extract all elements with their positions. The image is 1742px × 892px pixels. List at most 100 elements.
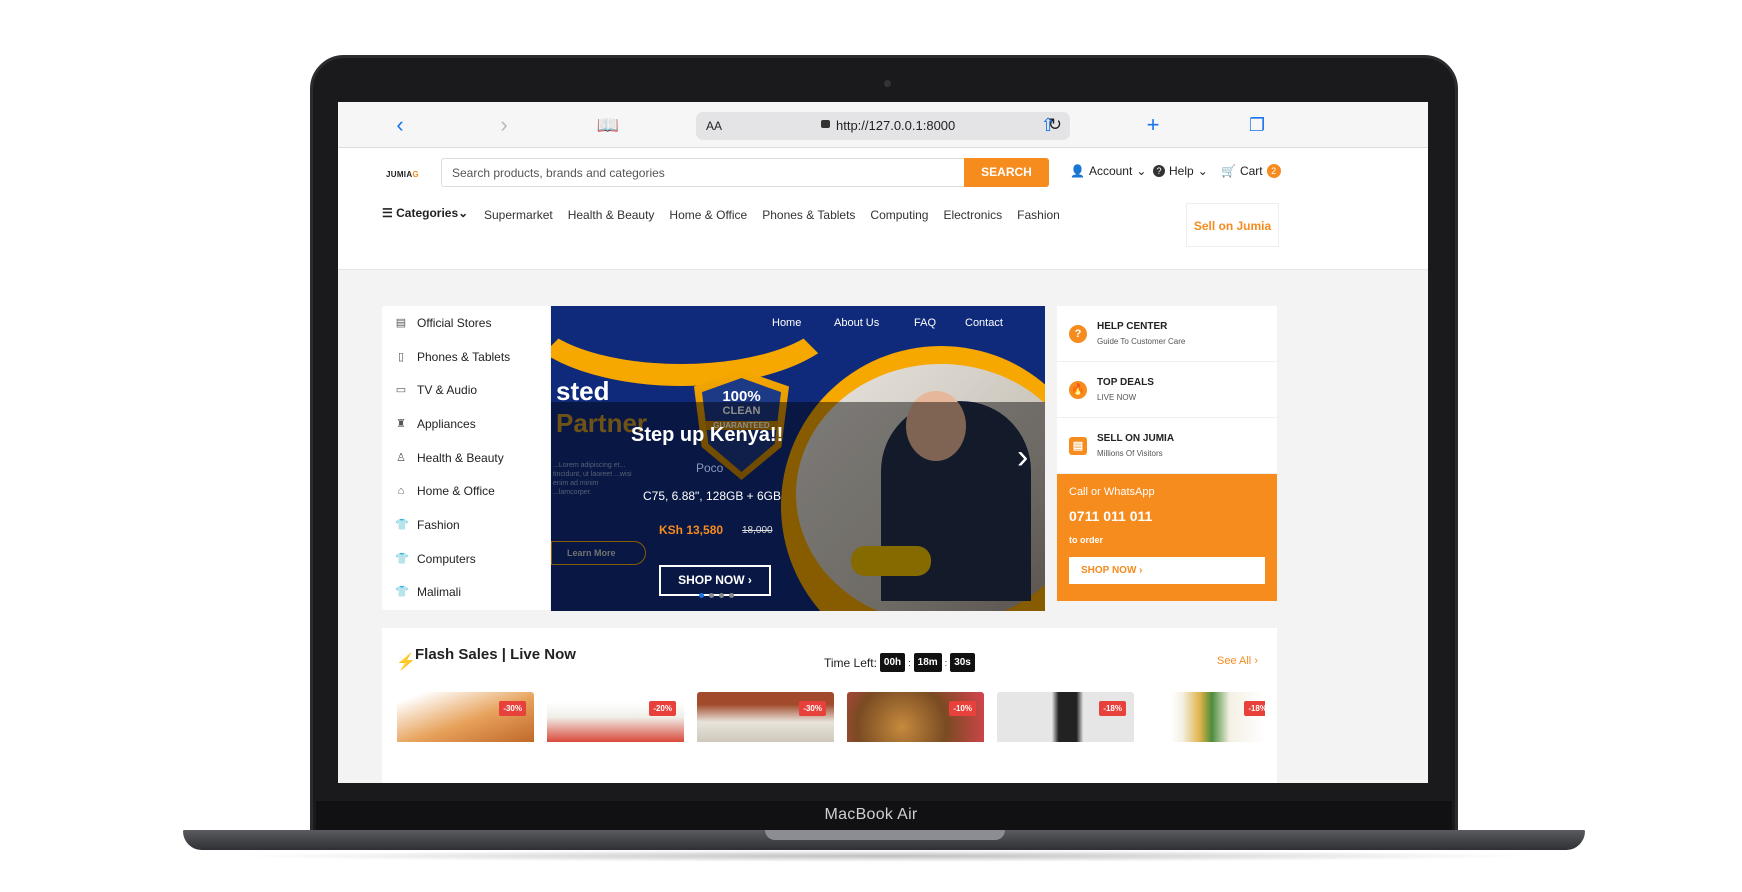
- sidebar-item-label: Phones & Tablets: [417, 349, 511, 364]
- new-tab-icon[interactable]: +: [1140, 112, 1166, 138]
- cart-button[interactable]: 🛒 Cart 2: [1221, 164, 1281, 178]
- hero-shop-now-label: SHOP NOW: [678, 573, 745, 587]
- hero-shop-now-button[interactable]: SHOP NOW ›: [659, 565, 771, 596]
- store-icon: ▤: [1069, 436, 1087, 455]
- screen: ‹ › 📖 AA http://127.0.0.1:8000 ↻ ⇧ + ❐ J…: [338, 102, 1428, 783]
- sidebar-item-label: TV & Audio: [417, 383, 478, 398]
- search-button[interactable]: SEARCH: [964, 158, 1049, 187]
- call-title: Call or WhatsApp: [1069, 486, 1155, 498]
- categories-button[interactable]: ☰ Categories⌄: [382, 206, 468, 220]
- product-card[interactable]: -30%: [697, 692, 834, 742]
- reader-aa-button[interactable]: AA: [706, 119, 722, 133]
- url-text[interactable]: http://127.0.0.1:8000: [836, 118, 955, 133]
- menu-item-computing[interactable]: Computing: [870, 208, 928, 222]
- hero-nav-home[interactable]: Home: [772, 317, 801, 329]
- search-input[interactable]: Search products, brands and categories: [441, 158, 974, 187]
- sidebar-item-computers[interactable]: 👕 Computers: [382, 542, 550, 576]
- hero-old-price: 18,000: [742, 525, 773, 536]
- carousel-dots: [699, 593, 734, 598]
- sidebar-item-tv-audio[interactable]: ▭ TV & Audio: [382, 373, 550, 407]
- hero-price: KSh 13,580: [659, 523, 724, 537]
- discount-badge: -18%: [1099, 701, 1126, 716]
- timer-hours: 00h: [879, 653, 906, 672]
- hamburger-icon: ☰: [382, 206, 393, 220]
- sidebar-item-health-beauty[interactable]: ♙ Health & Beauty: [382, 441, 550, 475]
- sidebar-item-official-stores[interactable]: ▤ Official Stores: [382, 306, 550, 340]
- help-center-title: HELP CENTER: [1097, 321, 1168, 332]
- menu-item-electronics[interactable]: Electronics: [943, 208, 1002, 222]
- menu-item-supermarket[interactable]: Supermarket: [484, 208, 553, 222]
- laptop-shadow: [230, 850, 1540, 862]
- hero-nav-contact[interactable]: Contact: [965, 317, 1003, 329]
- forward-icon[interactable]: ›: [491, 112, 517, 138]
- bookmarks-icon[interactable]: 📖: [595, 112, 621, 138]
- sidebar-item-malimali[interactable]: 👕 Malimali: [382, 576, 550, 610]
- menu-item-phones-tablets[interactable]: Phones & Tablets: [762, 208, 855, 222]
- sell-on-jumia-button[interactable]: Sell on Jumia: [1186, 203, 1279, 247]
- discount-badge: -30%: [499, 701, 526, 716]
- back-icon[interactable]: ‹: [387, 112, 413, 138]
- shirt-icon: 👕: [395, 518, 409, 531]
- top-deals-subtitle: LIVE NOW: [1097, 393, 1137, 402]
- product-card[interactable]: -30%: [397, 692, 534, 742]
- address-bar[interactable]: AA http://127.0.0.1:8000 ↻: [696, 112, 1070, 140]
- categories-label: Categories: [396, 206, 459, 220]
- see-all-link[interactable]: See All ›: [1217, 655, 1258, 667]
- cart-label: Cart: [1239, 164, 1263, 178]
- hero-headline: Step up Kenya!!: [631, 424, 784, 446]
- help-menu[interactable]: ? Help ⌄: [1153, 164, 1208, 178]
- category-sidebar: ▤ Official Stores ▯ Phones & Tablets ▭ TV &…: [382, 306, 550, 610]
- hero-nav-faq[interactable]: FAQ: [914, 317, 936, 329]
- info-panel: ? HELP CENTER Guide To Customer Care 🔥 TO…: [1057, 306, 1277, 474]
- menu-item-health-beauty[interactable]: Health & Beauty: [568, 208, 655, 222]
- product-card[interactable]: -18%: [997, 692, 1134, 742]
- share-icon[interactable]: ⇧: [1035, 112, 1061, 138]
- store-icon: ▤: [395, 316, 407, 329]
- call-shop-now-button[interactable]: SHOP NOW ›: [1069, 557, 1265, 584]
- help-center-link[interactable]: ? HELP CENTER Guide To Customer Care: [1057, 306, 1277, 362]
- logo-accent: G: [412, 170, 419, 179]
- chevron-right-icon: ›: [747, 573, 752, 587]
- help-icon: ?: [1069, 324, 1087, 343]
- sidebar-item-fashion[interactable]: 👕 Fashion: [382, 508, 550, 542]
- menu-item-fashion[interactable]: Fashion: [1017, 208, 1060, 222]
- carousel-dot[interactable]: [729, 593, 734, 598]
- help-center-subtitle: Guide To Customer Care: [1097, 337, 1186, 346]
- sidebar-item-home-office[interactable]: ⌂ Home & Office: [382, 474, 550, 508]
- sidebar-item-label: Appliances: [417, 416, 476, 431]
- sidebar-item-label: Malimali: [417, 585, 462, 600]
- discount-badge: -30%: [799, 701, 826, 716]
- carousel-dot[interactable]: [699, 593, 704, 598]
- shirt-icon: 👕: [395, 552, 409, 565]
- lightning-icon: ⚡: [396, 654, 416, 671]
- call-phone[interactable]: 0711 011 011: [1069, 508, 1265, 524]
- menu-item-home-office[interactable]: Home & Office: [669, 208, 747, 222]
- main-menu: Supermarket Health & Beauty Home & Offic…: [484, 208, 1060, 222]
- sidebar-item-label: Computers: [417, 551, 476, 566]
- laptop-brand: MacBook Air: [824, 806, 918, 823]
- carousel-dot[interactable]: [719, 593, 724, 598]
- carousel-next-icon[interactable]: ›: [1017, 438, 1028, 477]
- hero-nav-about[interactable]: About Us: [834, 317, 879, 329]
- account-label: Account: [1088, 164, 1133, 178]
- sidebar-item-label: Home & Office: [417, 484, 495, 499]
- camera-icon: [884, 80, 891, 87]
- product-card[interactable]: -18%: [1147, 692, 1265, 742]
- time-left-label: Time Left:: [824, 655, 877, 670]
- carousel-dot[interactable]: [709, 593, 714, 598]
- flash-sales-section: ⚡ Flash Sales | Live Now Time Left: 00h …: [382, 628, 1277, 783]
- hero-carousel[interactable]: Home About Us FAQ Contact sted Partner .…: [551, 306, 1045, 611]
- jumia-logo[interactable]: JUMIAG: [386, 170, 419, 179]
- sidebar-item-appliances[interactable]: ♜ Appliances: [382, 407, 550, 441]
- tabs-icon[interactable]: ❐: [1244, 112, 1270, 138]
- top-deals-link[interactable]: 🔥 TOP DEALS LIVE NOW: [1057, 362, 1277, 418]
- sidebar-item-label: Official Stores: [417, 315, 492, 330]
- hero-decor-curve: [551, 306, 851, 386]
- product-card[interactable]: -20%: [547, 692, 684, 742]
- sidebar-item-phones-tablets[interactable]: ▯ Phones & Tablets: [382, 340, 550, 374]
- sell-on-jumia-link[interactable]: ▤ SELL ON JUMIA Millions Of Visitors: [1057, 418, 1277, 474]
- account-menu[interactable]: 👤 Account ⌄: [1070, 164, 1146, 178]
- sidebar-item-label: Health & Beauty: [417, 450, 504, 465]
- see-all-label: See All: [1217, 655, 1252, 667]
- product-card[interactable]: -10%: [847, 692, 984, 742]
